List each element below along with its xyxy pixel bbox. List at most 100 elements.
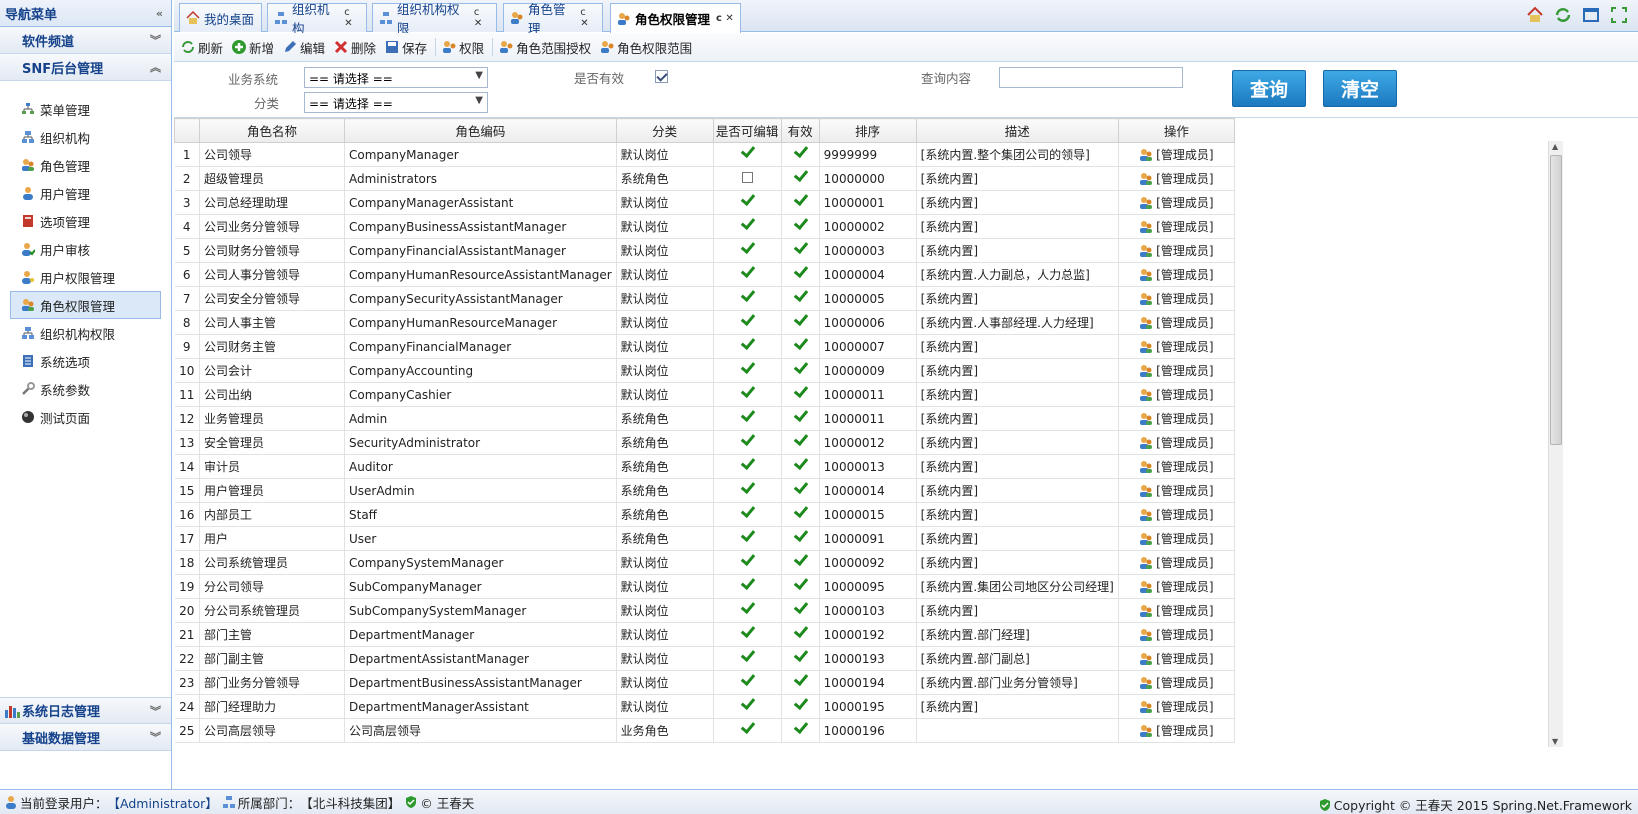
check-icon[interactable] <box>794 266 806 277</box>
fullscreen-icon[interactable] <box>1610 6 1628 24</box>
column-header[interactable]: 角色编码 <box>344 118 617 143</box>
manage-members-link[interactable]: [管理成员] <box>1119 146 1234 163</box>
check-icon[interactable] <box>794 314 806 325</box>
tab-role-manage[interactable]: 角色管理 c ✕ <box>503 2 603 36</box>
scroll-up-icon[interactable]: ▲ <box>1552 142 1558 151</box>
vertical-scrollbar[interactable]: ▲ ▼ <box>1548 141 1563 747</box>
tab-organization[interactable]: 组织机构 c ✕ <box>267 2 367 36</box>
sidebar-item-organization[interactable]: 组织机构 <box>10 123 161 151</box>
sidebar-item-user-audit[interactable]: 用户审核 <box>10 235 161 263</box>
table-row[interactable]: 2 超级管理员 Administrators 系统角色 10000000 [系统内置] [管… <box>174 166 1235 191</box>
column-header[interactable]: 角色名称 <box>199 118 345 143</box>
panel-snf-admin[interactable]: SNF后台管理 ︽ <box>0 54 171 81</box>
maximize-icon[interactable] <box>1582 6 1600 24</box>
check-icon[interactable] <box>741 194 753 205</box>
manage-members-link[interactable]: [管理成员] <box>1119 626 1234 643</box>
close-icon[interactable]: c ✕ <box>716 13 734 24</box>
panel-software-channel[interactable]: 软件频道 ︾ <box>0 27 171 54</box>
edit-button[interactable]: 编辑 <box>282 38 325 57</box>
check-icon[interactable] <box>741 530 753 541</box>
sidebar-item-role-manage[interactable]: 角色管理 <box>10 151 161 179</box>
check-icon[interactable] <box>794 554 806 565</box>
scroll-thumb[interactable] <box>1550 155 1562 445</box>
check-icon[interactable] <box>741 698 753 709</box>
sidebar-item-menu-manage[interactable]: 菜单管理 <box>10 95 161 123</box>
delete-button[interactable]: 删除 <box>333 38 376 57</box>
sidebar-item-user-permission[interactable]: 用户权限管理 <box>10 263 161 291</box>
home-icon[interactable] <box>1526 6 1544 24</box>
query-input[interactable] <box>999 67 1183 88</box>
check-icon[interactable] <box>794 386 806 397</box>
check-icon[interactable] <box>794 650 806 661</box>
category-select[interactable]: == 请选择 == ▼ <box>304 92 488 113</box>
manage-members-link[interactable]: [管理成员] <box>1119 602 1234 619</box>
check-icon[interactable] <box>794 194 806 205</box>
manage-members-link[interactable]: [管理成员] <box>1119 266 1234 283</box>
query-button[interactable]: 查询 <box>1232 70 1306 107</box>
sidebar-item-option-manage[interactable]: 选项管理 <box>10 207 161 235</box>
check-icon[interactable] <box>741 482 753 493</box>
table-row[interactable]: 13 安全管理员 SecurityAdministrator 系统角色 10000012… <box>174 430 1235 455</box>
check-icon[interactable] <box>794 362 806 373</box>
check-icon[interactable] <box>741 650 753 661</box>
panel-system-log[interactable]: 系统日志管理 ︾ <box>0 697 171 724</box>
check-icon[interactable] <box>794 626 806 637</box>
check-icon[interactable] <box>794 218 806 229</box>
check-icon[interactable] <box>794 530 806 541</box>
check-icon[interactable] <box>741 602 753 613</box>
table-row[interactable]: 3 公司总经理助理 CompanyManagerAssistant 默认岗位 10000… <box>174 190 1235 215</box>
check-icon[interactable] <box>794 578 806 589</box>
manage-members-link[interactable]: [管理成员] <box>1119 410 1234 427</box>
manage-members-link[interactable]: [管理成员] <box>1119 290 1234 307</box>
manage-members-link[interactable]: [管理成员] <box>1119 650 1234 667</box>
check-icon[interactable] <box>741 362 753 373</box>
check-icon[interactable] <box>741 554 753 565</box>
table-row[interactable]: 23 部门业务分管领导 DepartmentBusinessAssistantMan… <box>174 670 1235 695</box>
check-icon[interactable] <box>794 242 806 253</box>
table-row[interactable]: 1 公司领导 CompanyManager 默认岗位 9999999 [系统内置.整个集团… <box>174 142 1235 167</box>
check-icon[interactable] <box>741 290 753 301</box>
table-row[interactable]: 22 部门副主管 DepartmentAssistantManager 默认岗位 100… <box>174 646 1235 671</box>
table-row[interactable]: 11 公司出纳 CompanyCashier 默认岗位 10000011 [系统内置] [管… <box>174 382 1235 407</box>
check-icon[interactable] <box>794 722 806 733</box>
manage-members-link[interactable]: [管理成员] <box>1119 506 1234 523</box>
manage-members-link[interactable]: [管理成员] <box>1119 314 1234 331</box>
table-row[interactable]: 15 用户管理员 UserAdmin 系统角色 10000014 [系统内置] [管理成员] <box>174 478 1235 503</box>
table-row[interactable]: 6 公司人事分管领导 CompanyHumanResourceAssistantMa… <box>174 262 1235 287</box>
check-icon[interactable] <box>741 434 753 445</box>
scope-grant-button[interactable]: 角色范围授权 <box>498 38 591 57</box>
chevron-up-icon[interactable]: ︽ <box>150 59 161 75</box>
table-row[interactable]: 21 部门主管 DepartmentManager 默认岗位 10000192 [系统内置… <box>174 622 1235 647</box>
manage-members-link[interactable]: [管理成员] <box>1119 458 1234 475</box>
manage-members-link[interactable]: [管理成员] <box>1119 242 1234 259</box>
unchecked-box[interactable] <box>741 171 753 183</box>
manage-members-link[interactable]: [管理成员] <box>1119 530 1234 547</box>
table-row[interactable]: 17 用户 User 系统角色 10000091 [系统内置] [管理成员] <box>174 526 1235 551</box>
check-icon[interactable] <box>741 410 753 421</box>
check-icon[interactable] <box>741 146 753 157</box>
table-row[interactable]: 16 内部员工 Staff 系统角色 10000015 [系统内置] [管理成员] <box>174 502 1235 527</box>
check-icon[interactable] <box>741 722 753 733</box>
check-icon[interactable] <box>794 290 806 301</box>
chevron-down-icon[interactable]: ︾ <box>150 729 161 745</box>
column-header[interactable]: 有效 <box>780 118 820 143</box>
manage-members-link[interactable]: [管理成员] <box>1119 434 1234 451</box>
sidebar-item-user-manage[interactable]: 用户管理 <box>10 179 161 207</box>
panel-basic-data[interactable]: 基础数据管理 ︾ <box>0 724 171 751</box>
check-icon[interactable] <box>794 458 806 469</box>
check-icon[interactable] <box>741 458 753 469</box>
check-icon[interactable] <box>794 602 806 613</box>
sidebar-item-system-option[interactable]: 系统选项 <box>10 347 161 375</box>
manage-members-link[interactable]: [管理成员] <box>1119 554 1234 571</box>
check-icon[interactable] <box>741 218 753 229</box>
table-row[interactable]: 5 公司财务分管领导 CompanyFinancialAssistantManage… <box>174 238 1235 263</box>
check-icon[interactable] <box>794 170 806 181</box>
scroll-down-icon[interactable]: ▼ <box>1552 737 1558 746</box>
check-icon[interactable] <box>794 146 806 157</box>
column-header[interactable]: 操作 <box>1117 118 1235 143</box>
chevron-down-icon[interactable]: ︾ <box>150 703 161 719</box>
manage-members-link[interactable]: [管理成员] <box>1119 194 1234 211</box>
chevron-down-icon[interactable]: ︾ <box>150 32 161 48</box>
check-icon[interactable] <box>741 338 753 349</box>
collapse-left-icon[interactable]: « <box>156 7 163 20</box>
